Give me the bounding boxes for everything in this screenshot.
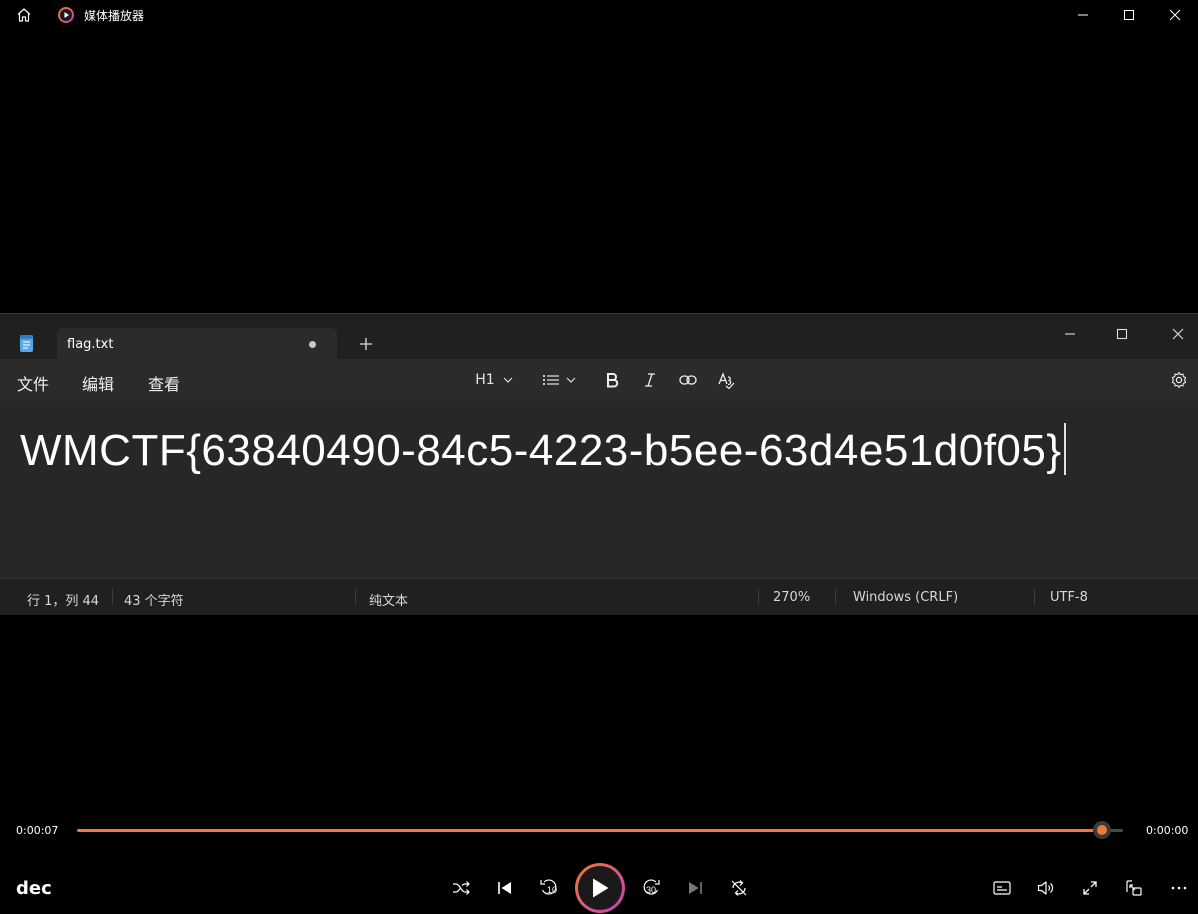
- title-bar: 媒体播放器: [0, 0, 1198, 30]
- plus-icon: [360, 338, 372, 350]
- notepad-close-button[interactable]: [1153, 320, 1198, 348]
- shuffle-icon: [453, 881, 470, 895]
- rewind-10-button[interactable]: 10: [533, 872, 565, 904]
- elapsed-time: 0:00:07: [16, 824, 59, 837]
- list-icon: [542, 374, 559, 386]
- gear-icon: [1171, 371, 1187, 389]
- repeat-off-icon: [731, 880, 747, 896]
- unsaved-dot-icon: [309, 341, 316, 348]
- volume-button[interactable]: [1030, 872, 1062, 904]
- rewind-seconds-label: 10: [547, 885, 558, 895]
- close-icon: [1172, 328, 1184, 340]
- editor-text: WMCTF{63840490-84c5-4223-b5ee-63d4e51d0f…: [20, 423, 1066, 476]
- chevron-down-icon: [566, 377, 576, 383]
- new-tab-button[interactable]: [356, 334, 376, 354]
- shuffle-button[interactable]: [445, 872, 477, 904]
- skip-next-icon: [689, 882, 702, 894]
- previous-button[interactable]: [489, 872, 521, 904]
- settings-button[interactable]: [1168, 369, 1190, 391]
- menu-file[interactable]: 文件: [17, 371, 49, 395]
- status-divider: [758, 589, 759, 605]
- notepad-tab-bar: flag.txt: [0, 313, 1198, 360]
- minimize-button[interactable]: [1060, 0, 1106, 30]
- bold-button[interactable]: [602, 369, 622, 391]
- encoding: UTF-8: [1050, 590, 1088, 605]
- notepad-tab[interactable]: flag.txt: [57, 328, 337, 360]
- editor-content: WMCTF{63840490-84c5-4223-b5ee-63d4e51d0f…: [20, 426, 1062, 475]
- text-format: 纯文本: [369, 594, 409, 609]
- link-button[interactable]: [677, 369, 699, 391]
- heading-label: H1: [475, 372, 495, 388]
- player-controls: 0:00:07 0:00:00 dec 10 30: [0, 814, 1198, 914]
- more-options-button[interactable]: [1163, 872, 1195, 904]
- zoom-level: 270%: [773, 590, 811, 605]
- skip-previous-icon: [498, 882, 511, 894]
- track-name: dec: [16, 878, 52, 899]
- notepad-menu-bar: 文件 编辑 查看 H1: [0, 359, 1198, 401]
- spellcheck-icon: [718, 372, 735, 389]
- minimize-icon: [1065, 333, 1075, 335]
- expand-icon: [1083, 881, 1097, 895]
- bold-icon: [607, 373, 619, 388]
- status-divider: [355, 589, 356, 605]
- text-caret: [1063, 423, 1066, 475]
- chevron-down-icon: [503, 377, 513, 383]
- mini-player-icon: [1126, 880, 1142, 896]
- spellcheck-button[interactable]: [715, 369, 737, 391]
- maximize-icon: [1116, 328, 1128, 340]
- maximize-button[interactable]: [1106, 0, 1152, 30]
- cursor-position: 行 1，列 44: [27, 594, 100, 609]
- repeat-button[interactable]: [723, 872, 755, 904]
- forward-30-button[interactable]: 30: [635, 872, 667, 904]
- volume-icon: [1037, 881, 1054, 895]
- notepad-minimize-button[interactable]: [1045, 320, 1095, 348]
- close-button[interactable]: [1152, 0, 1198, 30]
- character-count: 43 个字符: [124, 594, 184, 609]
- minimize-icon: [1078, 14, 1088, 16]
- forward-seconds-label: 30: [646, 885, 657, 895]
- window-title: 媒体播放器: [84, 8, 145, 23]
- play-button[interactable]: [575, 863, 625, 913]
- play-icon: [593, 878, 609, 898]
- close-icon: [1169, 9, 1181, 21]
- next-button[interactable]: [679, 872, 711, 904]
- menu-view[interactable]: 查看: [148, 371, 180, 395]
- notepad-app-icon: [18, 334, 36, 354]
- seek-bar[interactable]: [77, 821, 1123, 839]
- video-frame[interactable]: flag.txt 文件 编辑 查看 H1 WMCTF{63840490-84c5…: [0, 313, 1198, 615]
- seek-bar-progress: [77, 829, 1103, 832]
- captions-button[interactable]: [986, 872, 1018, 904]
- seek-bar-thumb[interactable]: [1093, 821, 1112, 839]
- italic-button[interactable]: [640, 369, 660, 391]
- maximize-icon: [1124, 10, 1134, 20]
- heading-dropdown[interactable]: H1: [472, 369, 516, 391]
- home-button[interactable]: [0, 0, 48, 30]
- notepad-maximize-button[interactable]: [1097, 320, 1147, 348]
- fullscreen-button[interactable]: [1074, 872, 1106, 904]
- home-icon: [17, 8, 31, 22]
- italic-icon: [645, 373, 655, 387]
- menu-edit[interactable]: 编辑: [82, 371, 114, 395]
- notepad-editor[interactable]: WMCTF{63840490-84c5-4223-b5ee-63d4e51d0f…: [0, 401, 1198, 578]
- subtitles-icon: [993, 881, 1011, 895]
- status-divider: [835, 589, 836, 605]
- link-icon: [679, 375, 697, 385]
- more-icon: [1171, 886, 1187, 890]
- status-divider: [1034, 589, 1035, 605]
- line-ending: Windows (CRLF): [853, 590, 959, 605]
- list-dropdown[interactable]: [538, 369, 580, 391]
- mini-player-button[interactable]: [1118, 872, 1150, 904]
- media-player-app-icon: [56, 5, 76, 25]
- notepad-tab-label: flag.txt: [67, 337, 114, 352]
- notepad-status-bar: 行 1，列 44 43 个字符 纯文本 270% Windows (CRLF) …: [0, 578, 1198, 615]
- status-divider: [112, 589, 113, 605]
- remaining-time: 0:00:00: [1146, 824, 1189, 837]
